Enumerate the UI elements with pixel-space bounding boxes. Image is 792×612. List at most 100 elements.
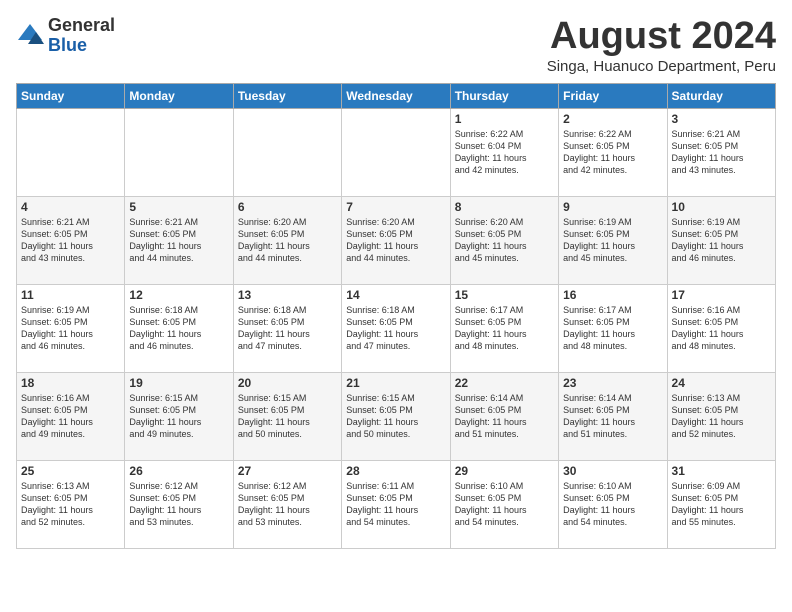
calendar-cell: 4 Sunrise: 6:21 AM Sunset: 6:05 PM Daylig… — [17, 196, 125, 284]
day-number: 28 — [346, 464, 445, 478]
day-info: Sunrise: 6:22 AM Sunset: 6:05 PM Dayligh… — [563, 128, 662, 177]
col-header-thursday: Thursday — [450, 83, 558, 108]
day-info: Sunrise: 6:16 AM Sunset: 6:05 PM Dayligh… — [672, 304, 771, 353]
day-number: 3 — [672, 112, 771, 126]
col-header-sunday: Sunday — [17, 83, 125, 108]
day-info: Sunrise: 6:17 AM Sunset: 6:05 PM Dayligh… — [563, 304, 662, 353]
day-info: Sunrise: 6:20 AM Sunset: 6:05 PM Dayligh… — [455, 216, 554, 265]
day-number: 24 — [672, 376, 771, 390]
day-info: Sunrise: 6:21 AM Sunset: 6:05 PM Dayligh… — [129, 216, 228, 265]
day-number: 14 — [346, 288, 445, 302]
calendar-cell: 28Sunrise: 6:11 AM Sunset: 6:05 PM Dayli… — [342, 460, 450, 548]
calendar-cell: 10Sunrise: 6:19 AM Sunset: 6:05 PM Dayli… — [667, 196, 775, 284]
day-info: Sunrise: 6:12 AM Sunset: 6:05 PM Dayligh… — [129, 480, 228, 529]
day-info: Sunrise: 6:14 AM Sunset: 6:05 PM Dayligh… — [563, 392, 662, 441]
day-info: Sunrise: 6:20 AM Sunset: 6:05 PM Dayligh… — [238, 216, 337, 265]
title-block: August 2024 Singa, Huanuco Department, P… — [547, 16, 776, 75]
day-number: 13 — [238, 288, 337, 302]
calendar-week-2: 4 Sunrise: 6:21 AM Sunset: 6:05 PM Daylig… — [17, 196, 776, 284]
day-info: Sunrise: 6:12 AM Sunset: 6:05 PM Dayligh… — [238, 480, 337, 529]
calendar-week-1: 1 Sunrise: 6:22 AM Sunset: 6:04 PM Daylig… — [17, 108, 776, 196]
calendar-cell: 11Sunrise: 6:19 AM Sunset: 6:05 PM Dayli… — [17, 284, 125, 372]
calendar-cell: 19 Sunrise: 6:15 AM Sunset: 6:05 PM Dayli… — [125, 372, 233, 460]
logo-blue: Blue — [48, 36, 115, 56]
calendar-cell: 16Sunrise: 6:17 AM Sunset: 6:05 PM Dayli… — [559, 284, 667, 372]
day-info: Sunrise: 6:15 AM Sunset: 6:05 PM Dayligh… — [346, 392, 445, 441]
day-info: Sunrise: 6:13 AM Sunset: 6:05 PM Dayligh… — [672, 392, 771, 441]
calendar-cell: 9 Sunrise: 6:19 AM Sunset: 6:05 PM Daylig… — [559, 196, 667, 284]
day-info: Sunrise: 6:21 AM Sunset: 6:05 PM Dayligh… — [21, 216, 120, 265]
calendar-cell: 8 Sunrise: 6:20 AM Sunset: 6:05 PM Daylig… — [450, 196, 558, 284]
calendar-cell — [342, 108, 450, 196]
day-number: 25 — [21, 464, 120, 478]
logo-general: General — [48, 16, 115, 36]
month-title: August 2024 — [547, 16, 776, 58]
calendar-cell: 23Sunrise: 6:14 AM Sunset: 6:05 PM Dayli… — [559, 372, 667, 460]
day-number: 17 — [672, 288, 771, 302]
calendar-cell: 18 Sunrise: 6:16 AM Sunset: 6:05 PM Dayli… — [17, 372, 125, 460]
calendar-cell: 25 Sunrise: 6:13 AM Sunset: 6:05 PM Dayli… — [17, 460, 125, 548]
day-number: 4 — [21, 200, 120, 214]
calendar-table: SundayMondayTuesdayWednesdayThursdayFrid… — [16, 83, 776, 549]
calendar-cell: 5Sunrise: 6:21 AM Sunset: 6:05 PM Daylig… — [125, 196, 233, 284]
calendar-cell: 29 Sunrise: 6:10 AM Sunset: 6:05 PM Dayli… — [450, 460, 558, 548]
calendar-header-row: SundayMondayTuesdayWednesdayThursdayFrid… — [17, 83, 776, 108]
day-info: Sunrise: 6:22 AM Sunset: 6:04 PM Dayligh… — [455, 128, 554, 177]
calendar-week-3: 11Sunrise: 6:19 AM Sunset: 6:05 PM Dayli… — [17, 284, 776, 372]
day-number: 12 — [129, 288, 228, 302]
day-info: Sunrise: 6:15 AM Sunset: 6:05 PM Dayligh… — [238, 392, 337, 441]
day-info: Sunrise: 6:14 AM Sunset: 6:05 PM Dayligh… — [455, 392, 554, 441]
logo-icon — [16, 22, 44, 50]
calendar-cell: 2 Sunrise: 6:22 AM Sunset: 6:05 PM Daylig… — [559, 108, 667, 196]
day-info: Sunrise: 6:21 AM Sunset: 6:05 PM Dayligh… — [672, 128, 771, 177]
col-header-saturday: Saturday — [667, 83, 775, 108]
day-number: 30 — [563, 464, 662, 478]
day-info: Sunrise: 6:10 AM Sunset: 6:05 PM Dayligh… — [455, 480, 554, 529]
calendar-cell: 22Sunrise: 6:14 AM Sunset: 6:05 PM Dayli… — [450, 372, 558, 460]
day-number: 29 — [455, 464, 554, 478]
calendar-cell: 14 Sunrise: 6:18 AM Sunset: 6:05 PM Dayli… — [342, 284, 450, 372]
calendar-cell: 15 Sunrise: 6:17 AM Sunset: 6:05 PM Dayli… — [450, 284, 558, 372]
day-number: 1 — [455, 112, 554, 126]
day-info: Sunrise: 6:13 AM Sunset: 6:05 PM Dayligh… — [21, 480, 120, 529]
calendar-cell — [17, 108, 125, 196]
day-info: Sunrise: 6:16 AM Sunset: 6:05 PM Dayligh… — [21, 392, 120, 441]
calendar-cell: 3 Sunrise: 6:21 AM Sunset: 6:05 PM Daylig… — [667, 108, 775, 196]
day-info: Sunrise: 6:19 AM Sunset: 6:05 PM Dayligh… — [563, 216, 662, 265]
day-number: 21 — [346, 376, 445, 390]
calendar-cell: 31Sunrise: 6:09 AM Sunset: 6:05 PM Dayli… — [667, 460, 775, 548]
col-header-tuesday: Tuesday — [233, 83, 341, 108]
calendar-cell: 21 Sunrise: 6:15 AM Sunset: 6:05 PM Dayli… — [342, 372, 450, 460]
day-info: Sunrise: 6:18 AM Sunset: 6:05 PM Dayligh… — [238, 304, 337, 353]
calendar-cell — [233, 108, 341, 196]
calendar-cell: 7Sunrise: 6:20 AM Sunset: 6:05 PM Daylig… — [342, 196, 450, 284]
day-info: Sunrise: 6:17 AM Sunset: 6:05 PM Dayligh… — [455, 304, 554, 353]
day-number: 15 — [455, 288, 554, 302]
day-number: 7 — [346, 200, 445, 214]
day-number: 9 — [563, 200, 662, 214]
logo-text: General Blue — [48, 16, 115, 56]
day-info: Sunrise: 6:15 AM Sunset: 6:05 PM Dayligh… — [129, 392, 228, 441]
day-number: 6 — [238, 200, 337, 214]
calendar-cell — [125, 108, 233, 196]
day-number: 31 — [672, 464, 771, 478]
day-number: 8 — [455, 200, 554, 214]
day-number: 11 — [21, 288, 120, 302]
calendar-cell: 17 Sunrise: 6:16 AM Sunset: 6:05 PM Dayli… — [667, 284, 775, 372]
day-number: 10 — [672, 200, 771, 214]
day-number: 20 — [238, 376, 337, 390]
calendar-cell: 6 Sunrise: 6:20 AM Sunset: 6:05 PM Daylig… — [233, 196, 341, 284]
col-header-friday: Friday — [559, 83, 667, 108]
day-number: 18 — [21, 376, 120, 390]
calendar-cell: 24 Sunrise: 6:13 AM Sunset: 6:05 PM Dayli… — [667, 372, 775, 460]
day-info: Sunrise: 6:18 AM Sunset: 6:05 PM Dayligh… — [346, 304, 445, 353]
calendar-cell: 30Sunrise: 6:10 AM Sunset: 6:05 PM Dayli… — [559, 460, 667, 548]
day-info: Sunrise: 6:18 AM Sunset: 6:05 PM Dayligh… — [129, 304, 228, 353]
day-number: 2 — [563, 112, 662, 126]
logo: General Blue — [16, 16, 115, 56]
calendar-week-4: 18 Sunrise: 6:16 AM Sunset: 6:05 PM Dayli… — [17, 372, 776, 460]
day-number: 19 — [129, 376, 228, 390]
calendar-cell: 1 Sunrise: 6:22 AM Sunset: 6:04 PM Daylig… — [450, 108, 558, 196]
calendar-cell: 20 Sunrise: 6:15 AM Sunset: 6:05 PM Dayli… — [233, 372, 341, 460]
calendar-cell: 12 Sunrise: 6:18 AM Sunset: 6:05 PM Dayli… — [125, 284, 233, 372]
